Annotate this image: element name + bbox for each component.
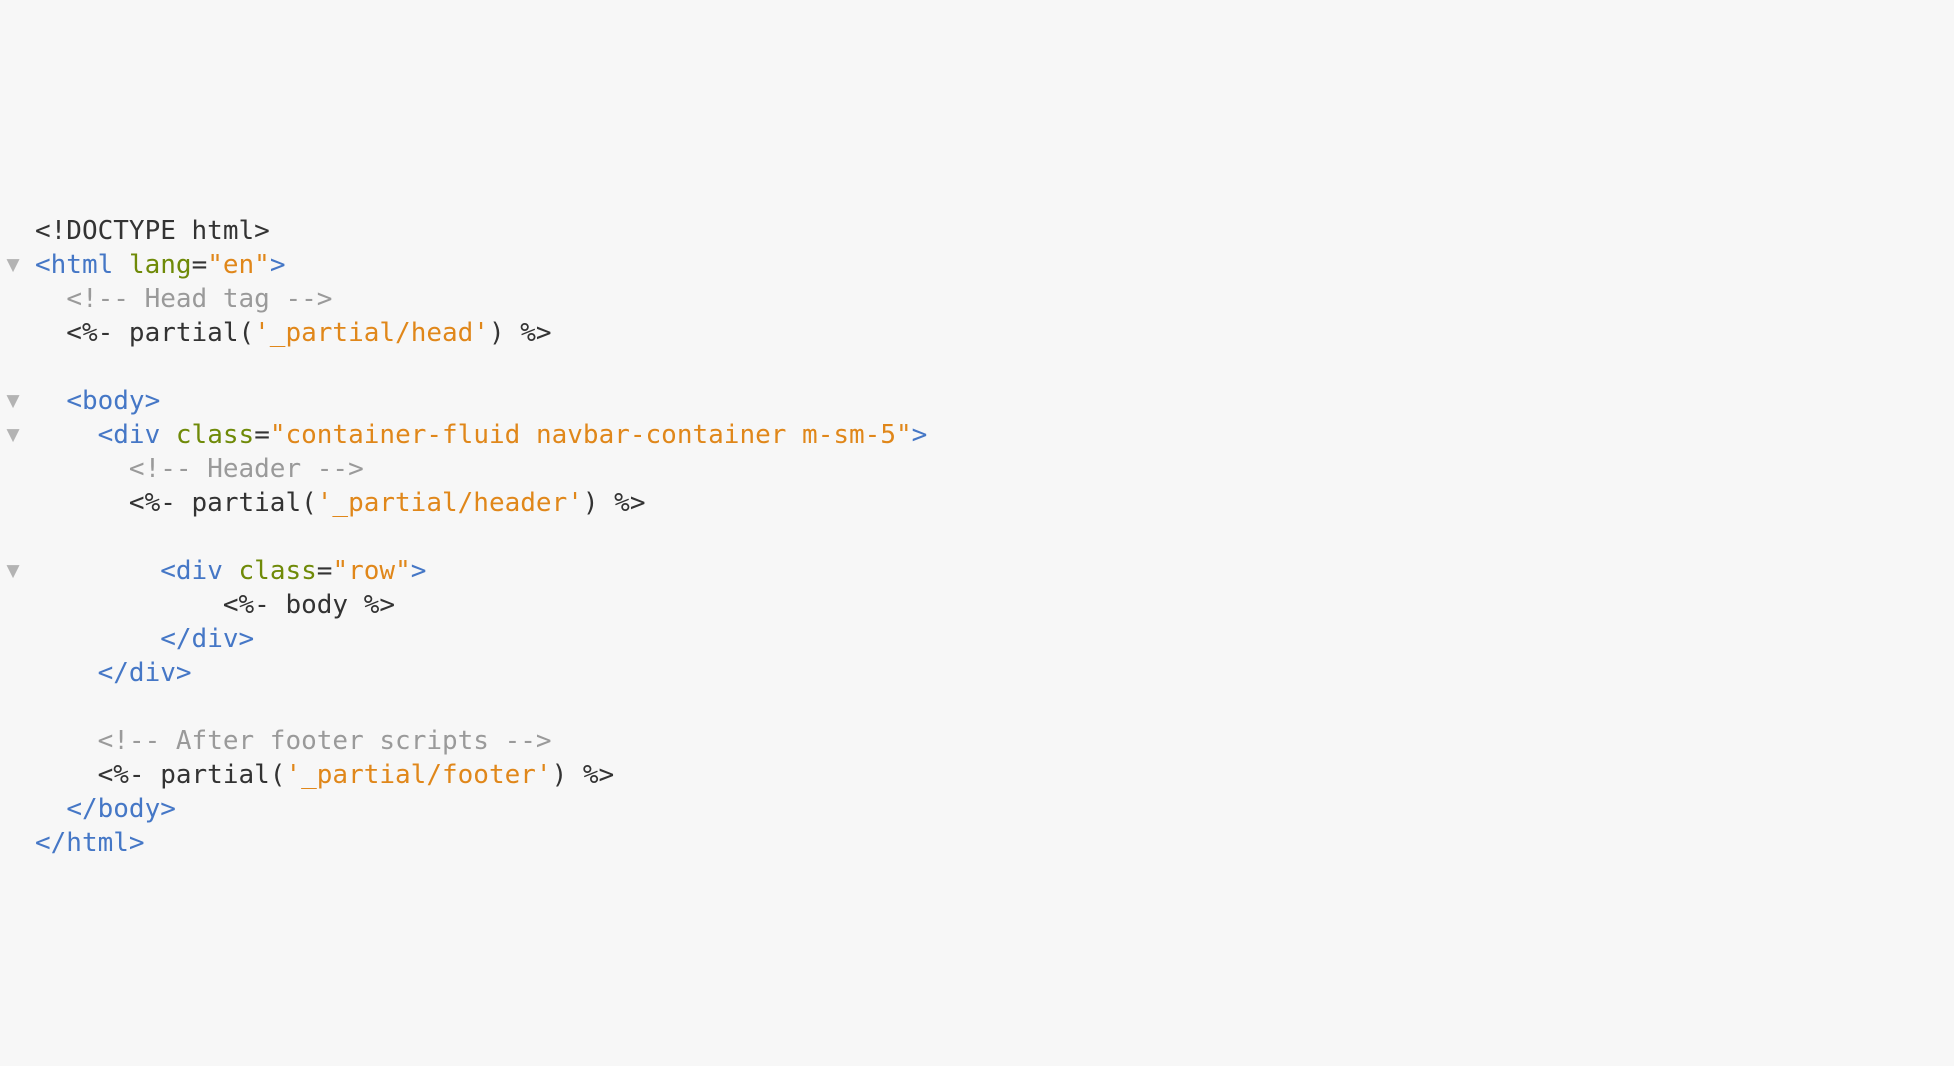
code-line[interactable]: ▼ <div class="container-fluid navbar-con… — [0, 418, 1954, 452]
code-line[interactable]: <!-- Head tag --> — [0, 282, 1954, 316]
fold-triangle-icon[interactable]: ▼ — [5, 554, 21, 588]
code-line[interactable]: <!-- After footer scripts --> — [0, 724, 1954, 758]
code-token-plain: = — [191, 250, 208, 280]
code-line[interactable]: <!-- Header --> — [0, 452, 1954, 486]
code-token-tag: </div> — [97, 658, 192, 688]
code-line[interactable]: ▼ <div class="row"> — [0, 554, 1954, 588]
code-token-string: '_partial/header' — [316, 488, 583, 518]
code-token-tag: > — [911, 420, 928, 450]
code-token-tag: </body> — [66, 794, 176, 824]
code-token-comment: <!-- After footer scripts --> — [97, 726, 552, 756]
code-token-plain: <%- body %> — [35, 590, 396, 620]
code-line[interactable]: <%- partial('_partial/header') %> — [0, 486, 1954, 520]
code-line-text: </body> — [35, 792, 176, 826]
code-line-text: </html> — [35, 826, 145, 860]
code-line-text: <%- partial('_partial/footer') %> — [35, 758, 615, 792]
code-token-string: "row" — [332, 556, 411, 586]
code-token-tag: </html> — [35, 828, 145, 858]
code-line[interactable]: <%- partial('_partial/footer') %> — [0, 758, 1954, 792]
code-token-tag: > — [269, 250, 286, 280]
code-line[interactable] — [0, 690, 1954, 724]
code-token-attr: class — [238, 556, 317, 586]
code-line-text: <!-- Header --> — [35, 452, 364, 486]
code-token-tag: <html — [35, 250, 114, 280]
code-line-text: <html lang="en"> — [35, 248, 286, 282]
code-token-plain: = — [316, 556, 333, 586]
code-line-text: <!DOCTYPE html> — [35, 214, 270, 248]
code-editor[interactable]: <!DOCTYPE html> ▼ <html lang="en"> <!-- He… — [0, 0, 1954, 1066]
code-line-text: <!-- After footer scripts --> — [35, 724, 552, 758]
code-line-text: <%- partial('_partial/header') %> — [35, 486, 646, 520]
code-line[interactable]: </body> — [0, 792, 1954, 826]
code-line[interactable]: <%- partial('_partial/head') %> — [0, 316, 1954, 350]
code-line[interactable]: ▼ <body> — [0, 384, 1954, 418]
code-token-plain: = — [254, 420, 270, 450]
code-line[interactable]: <!DOCTYPE html> — [0, 214, 1954, 248]
code-token-string: '_partial/footer' — [285, 760, 552, 790]
code-line[interactable] — [0, 520, 1954, 554]
code-token-attr: lang — [128, 250, 192, 280]
code-token-comment: <!-- Head tag --> — [66, 284, 333, 314]
code-token-comment: <!-- Header --> — [128, 454, 364, 484]
fold-triangle-icon[interactable]: ▼ — [5, 418, 21, 452]
code-line-text: <%- partial('_partial/head') %> — [35, 316, 552, 350]
code-line-text: </div> — [35, 656, 192, 690]
code-line[interactable] — [0, 350, 1954, 384]
code-line-text: <div class="container-fluid navbar-conta… — [35, 418, 928, 452]
code-lines[interactable]: <!DOCTYPE html> ▼ <html lang="en"> <!-- He… — [0, 214, 1954, 860]
code-token-tag: </div> — [160, 624, 255, 654]
code-line-text: <%- body %> — [35, 588, 395, 622]
code-token-plain: <%- partial( — [35, 488, 317, 518]
code-line[interactable]: </div> — [0, 622, 1954, 656]
code-line[interactable]: <%- body %> — [0, 588, 1954, 622]
code-token-string: "container-fluid navbar-container m-sm-5… — [269, 420, 912, 450]
code-line[interactable]: </div> — [0, 656, 1954, 690]
code-line-text: <div class="row"> — [35, 554, 426, 588]
code-token-tag: <div — [160, 556, 223, 586]
code-line-text: <!-- Head tag --> — [35, 282, 332, 316]
code-token-tag: <body> — [66, 386, 161, 416]
fold-triangle-icon[interactable]: ▼ — [5, 248, 21, 282]
code-token-plain: ) %> — [551, 760, 615, 790]
code-token-plain: ) %> — [488, 318, 552, 348]
code-token-plain: <%- partial( — [35, 760, 286, 790]
code-token-tag: <div — [97, 420, 161, 450]
fold-triangle-icon[interactable]: ▼ — [5, 384, 21, 418]
code-token-string: '_partial/head' — [254, 318, 489, 348]
code-line-text: </div> — [35, 622, 254, 656]
code-token-string: "en" — [207, 250, 270, 280]
code-line[interactable]: ▼ <html lang="en"> — [0, 248, 1954, 282]
code-token-tag: > — [410, 556, 427, 586]
code-token-attr: class — [175, 420, 255, 450]
code-token-plain: <!DOCTYPE html> — [35, 216, 270, 246]
code-token-plain: <%- partial( — [35, 318, 255, 348]
code-line[interactable]: </html> — [0, 826, 1954, 860]
code-token-plain: ) %> — [582, 488, 646, 518]
code-line-text: <body> — [35, 384, 160, 418]
